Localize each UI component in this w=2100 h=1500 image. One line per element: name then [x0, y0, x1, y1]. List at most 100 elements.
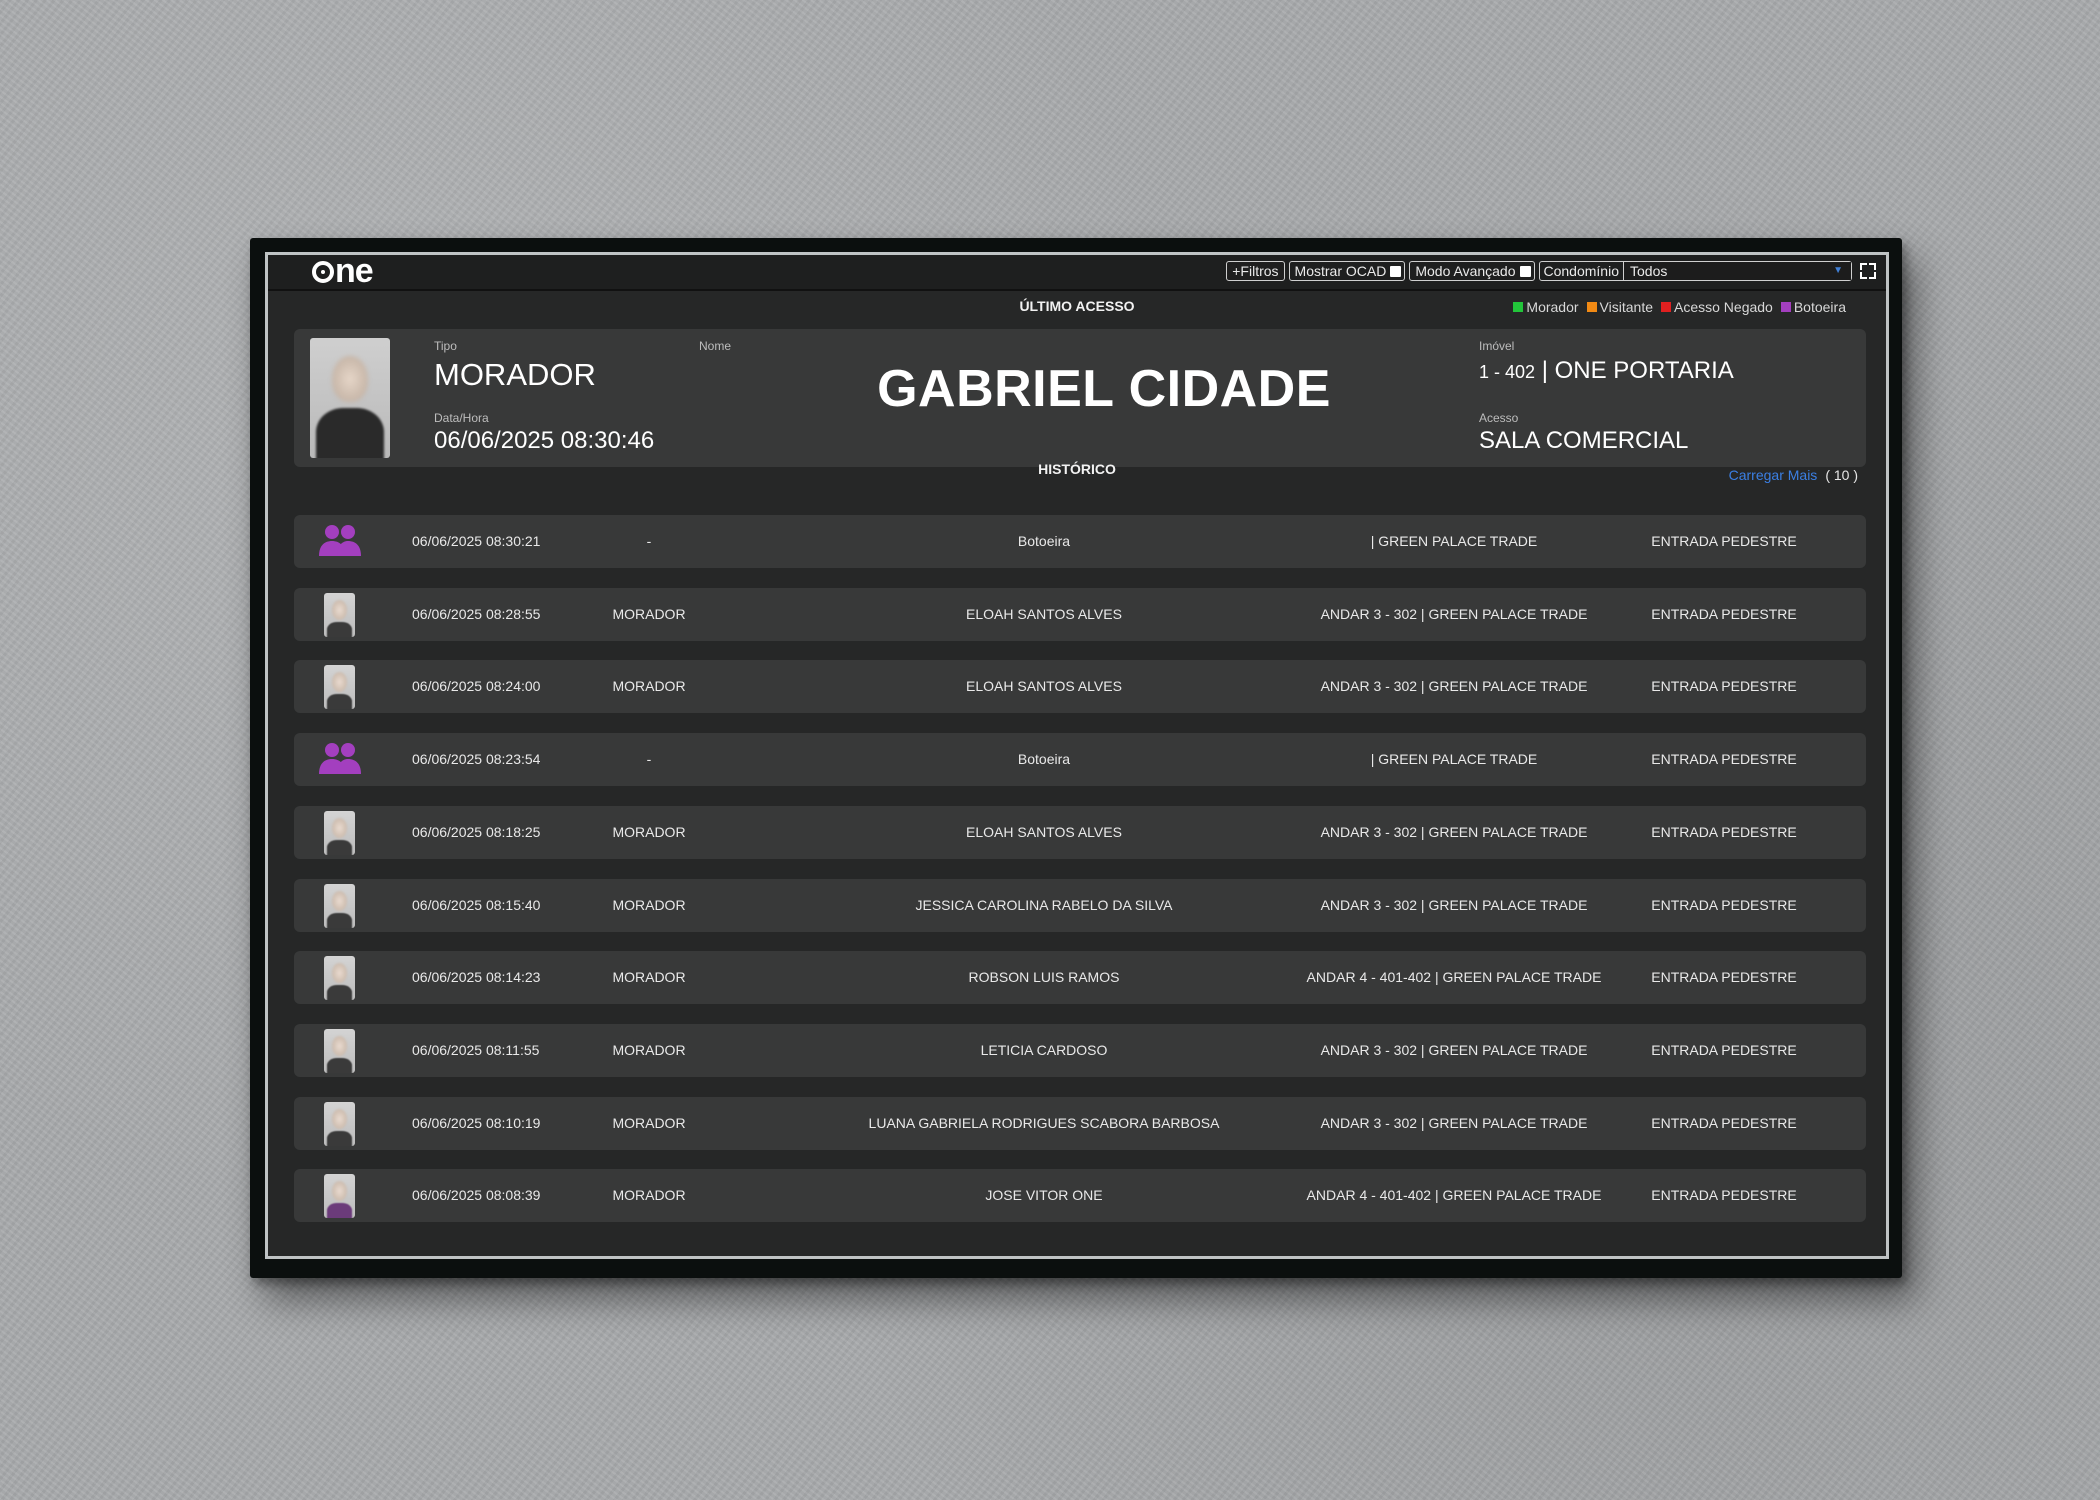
- row-type: MORADOR: [612, 1041, 686, 1058]
- person-photo: [324, 1101, 355, 1146]
- legend-swatch: [1513, 302, 1524, 312]
- app-screen: ne +Filtros Mostrar OCAD Modo Avançado C…: [265, 252, 1889, 1259]
- legend-item: Acesso Negado: [1661, 299, 1773, 315]
- type-label: Tipo: [434, 339, 457, 353]
- show-ocad-label: Mostrar OCAD: [1294, 263, 1387, 279]
- row-location: | GREEN PALACE TRADE: [1370, 533, 1538, 549]
- logo-text: ne: [335, 252, 374, 290]
- row-type: MORADOR: [612, 678, 686, 695]
- last-access-card: Tipo MORADOR Data/Hora 06/06/2025 08:30:…: [294, 329, 1866, 467]
- legend-label: Acesso Negado: [1674, 299, 1773, 315]
- row-type: MORADOR: [612, 1187, 686, 1204]
- logo-ring-icon: [312, 261, 334, 283]
- history-row[interactable]: 06/06/2025 08:24:00 MORADOR ELOAH SANTOS A…: [294, 660, 1866, 714]
- top-bar: ne +Filtros Mostrar OCAD Modo Avançado C…: [268, 255, 1886, 291]
- legend: Morador Visitante Acesso Negado Botoeira: [1513, 299, 1846, 315]
- history-row[interactable]: 06/06/2025 08:23:54 - Botoeira | GREEN PALA…: [294, 733, 1866, 787]
- row-datetime: 06/06/2025 08:11:55: [412, 1041, 540, 1058]
- row-access: ENTRADA PEDESTRE: [1651, 1041, 1797, 1058]
- history-row[interactable]: 06/06/2025 08:10:19 MORADOR LUANA GABRIELA…: [294, 1096, 1866, 1150]
- row-access: ENTRADA PEDESTRE: [1651, 605, 1797, 622]
- history-row[interactable]: 06/06/2025 08:30:21 - Botoeira | GREEN PALA…: [294, 515, 1866, 568]
- row-access: ENTRADA PEDESTRE: [1651, 969, 1797, 986]
- legend-item: Botoeira: [1780, 299, 1846, 315]
- toolbar: +Filtros Mostrar OCAD Modo Avançado Cond…: [1226, 260, 1876, 282]
- load-more: Carregar Mais ( 10 ): [1729, 467, 1858, 483]
- person-photo: [324, 665, 355, 710]
- name-label: Nome: [699, 339, 732, 353]
- row-name: JESSICA CAROLINA RABELO DA SILVA: [915, 896, 1173, 913]
- filters-button[interactable]: +Filtros: [1226, 261, 1285, 281]
- person-photo: [324, 883, 355, 928]
- row-location: ANDAR 4 - 401-402 | GREEN PALACE TRADE: [1306, 1187, 1602, 1204]
- condo-select[interactable]: Todos ▼: [1624, 262, 1851, 280]
- history-row[interactable]: 06/06/2025 08:28:55 MORADOR ELOAH SANTOS A…: [294, 587, 1866, 641]
- history-row[interactable]: 06/06/2025 08:14:23 MORADOR ROBSON LUIS RA…: [294, 951, 1866, 1005]
- row-datetime: 06/06/2025 08:14:23: [412, 969, 541, 986]
- row-datetime: 06/06/2025 08:23:54: [412, 751, 541, 768]
- advanced-mode-toggle[interactable]: Modo Avançado: [1409, 261, 1535, 281]
- row-type: -: [646, 533, 652, 549]
- access-label: Acesso: [1479, 411, 1519, 425]
- load-more-link[interactable]: Carregar Mais: [1729, 467, 1818, 483]
- row-access: ENTRADA PEDESTRE: [1651, 751, 1797, 768]
- row-type: MORADOR: [612, 605, 686, 622]
- legend-swatch: [1661, 302, 1671, 312]
- row-location: ANDAR 3 - 302 | GREEN PALACE TRADE: [1320, 823, 1588, 840]
- row-location: ANDAR 3 - 302 | GREEN PALACE TRADE: [1320, 896, 1588, 913]
- row-name: Botoeira: [1017, 533, 1071, 549]
- row-datetime: 06/06/2025 08:28:55: [412, 605, 541, 622]
- datetime-label: Data/Hora: [434, 411, 489, 425]
- type-value: MORADOR: [434, 357, 596, 392]
- row-access: ENTRADA PEDESTRE: [1651, 533, 1797, 549]
- person-photo: [324, 956, 355, 1001]
- show-ocad-toggle[interactable]: Mostrar OCAD: [1288, 261, 1406, 281]
- row-datetime: 06/06/2025 08:18:25: [412, 823, 541, 840]
- row-name: ELOAH SANTOS ALVES: [966, 678, 1122, 695]
- row-type: MORADOR: [612, 969, 686, 986]
- row-location: ANDAR 3 - 302 | GREEN PALACE TRADE: [1320, 605, 1588, 622]
- row-name: Botoeira: [1017, 751, 1071, 768]
- advanced-mode-label: Modo Avançado: [1415, 263, 1516, 279]
- row-type: MORADOR: [612, 823, 686, 840]
- row-datetime: 06/06/2025 08:15:40: [412, 896, 541, 913]
- chevron-down-icon: ▼: [1833, 265, 1843, 276]
- history-row[interactable]: 06/06/2025 08:15:40 MORADOR JESSICA CAROLI…: [294, 878, 1866, 932]
- person-photo: [324, 810, 355, 855]
- history-row[interactable]: 06/06/2025 08:08:39 MORADOR JOSE VITOR ONE…: [294, 1169, 1866, 1223]
- legend-item: Morador: [1513, 299, 1579, 315]
- legend-label: Morador: [1526, 299, 1579, 315]
- row-type: MORADOR: [612, 896, 686, 913]
- row-access: ENTRADA PEDESTRE: [1651, 1114, 1797, 1131]
- row-type: MORADOR: [612, 1114, 686, 1131]
- group-icon: [318, 741, 362, 777]
- row-name: ELOAH SANTOS ALVES: [966, 823, 1122, 840]
- show-ocad-checkbox[interactable]: [1390, 265, 1402, 277]
- row-location: | GREEN PALACE TRADE: [1370, 751, 1538, 768]
- row-name: ROBSON LUIS RAMOS: [968, 969, 1120, 986]
- fullscreen-icon[interactable]: [1860, 263, 1876, 279]
- condo-label: Condomínio: [1540, 262, 1624, 280]
- row-name: LUANA GABRIELA RODRIGUES SCABORA BARBOSA: [868, 1114, 1220, 1131]
- access-value: SALA COMERCIAL: [1479, 427, 1689, 454]
- row-access: ENTRADA PEDESTRE: [1651, 896, 1797, 913]
- name-value: GABRIEL CIDADE: [877, 360, 1331, 418]
- row-datetime: 06/06/2025 08:24:00: [412, 678, 541, 695]
- history-row[interactable]: 06/06/2025 08:18:25 MORADOR ELOAH SANTOS A…: [294, 805, 1866, 859]
- legend-swatch: [1780, 302, 1791, 312]
- legend-swatch: [1586, 302, 1597, 312]
- history-row[interactable]: 06/06/2025 08:11:55 MORADOR LETICIA CARDOS…: [294, 1023, 1866, 1077]
- row-location: ANDAR 3 - 302 | GREEN PALACE TRADE: [1320, 678, 1588, 695]
- history-title: HISTÓRICO: [1038, 461, 1116, 477]
- legend-item: Visitante: [1586, 299, 1653, 315]
- row-access: ENTRADA PEDESTRE: [1651, 1187, 1797, 1204]
- row-name: LETICIA CARDOSO: [980, 1041, 1108, 1058]
- property-unit: 1 - 402: [1479, 362, 1536, 382]
- person-photo: [324, 1028, 355, 1073]
- condo-select-value: Todos: [1630, 263, 1668, 279]
- group-icon: [318, 523, 362, 559]
- row-access: ENTRADA PEDESTRE: [1651, 678, 1797, 695]
- advanced-mode-checkbox[interactable]: [1519, 265, 1531, 277]
- row-datetime: 06/06/2025 08:30:21: [412, 533, 541, 549]
- history-count: ( 10 ): [1825, 467, 1858, 483]
